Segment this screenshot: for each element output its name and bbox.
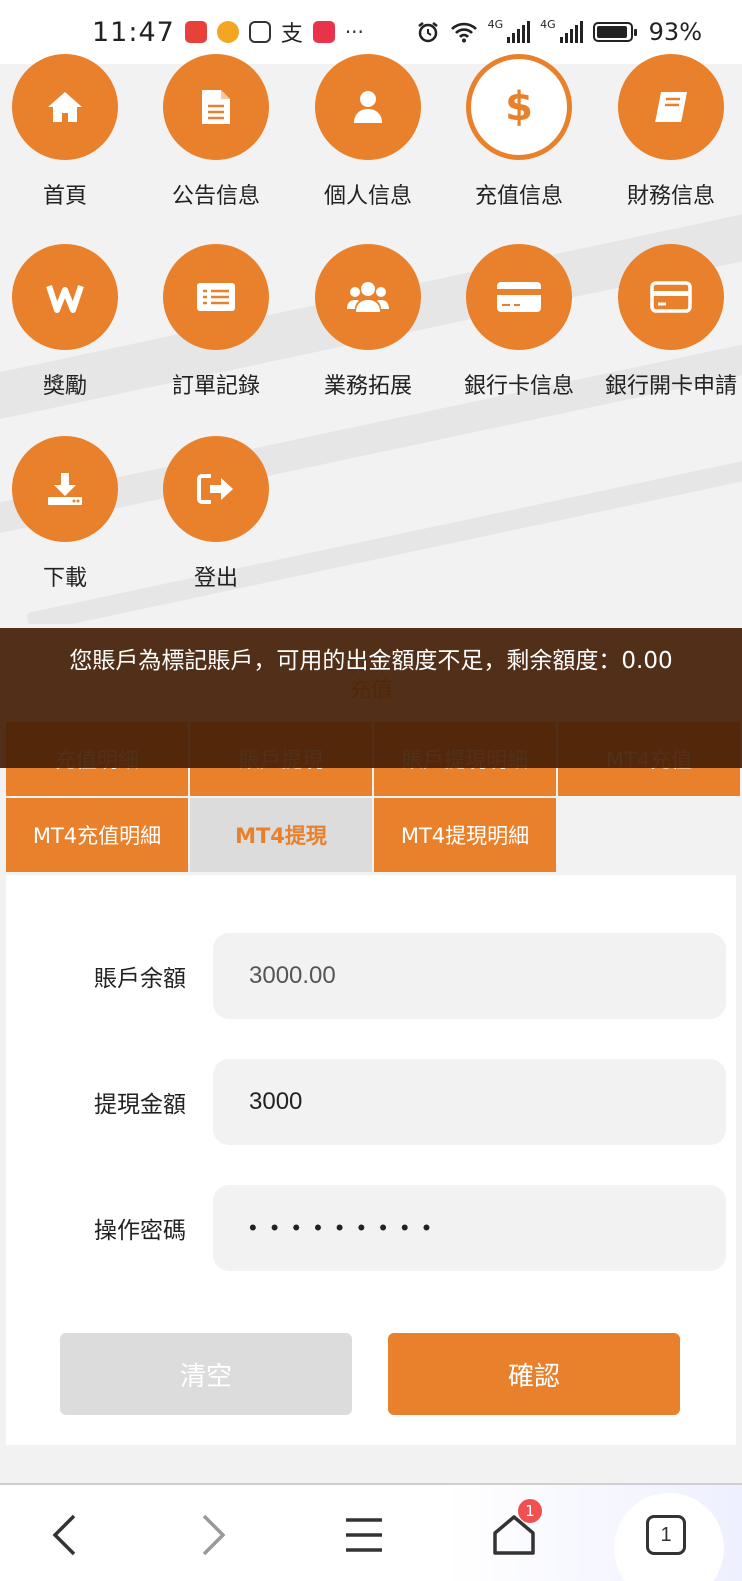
- tab-count: 1: [660, 1523, 672, 1546]
- amount-label: 提現金額: [94, 1092, 186, 1118]
- menu-item-business[interactable]: 業務拓展: [292, 244, 444, 400]
- password-row: 操作密碼: [6, 1185, 736, 1271]
- hamburger-menu-icon: [346, 1518, 382, 1552]
- reward-icon: [12, 244, 118, 350]
- notification-app-icon: [248, 21, 271, 43]
- withdraw-amount-input[interactable]: [213, 1059, 726, 1145]
- download-icon: [12, 436, 118, 542]
- signal-icon: [559, 21, 583, 43]
- home-button[interactable]: 1: [484, 1499, 544, 1563]
- menu-label: 財務信息: [626, 184, 715, 209]
- notification-app-icon: [184, 21, 207, 43]
- menu-label: 充值信息: [474, 184, 563, 209]
- back-button[interactable]: [34, 1507, 94, 1563]
- menu-button[interactable]: [334, 1507, 394, 1563]
- amount-row: 提現金額: [6, 1059, 736, 1145]
- list-icon: [163, 244, 269, 350]
- menu-item-orders[interactable]: 訂單記錄: [140, 244, 292, 400]
- menu-item-bank-card[interactable]: 銀行卡信息: [443, 244, 595, 400]
- menu-label: 銀行開卡申請: [604, 374, 737, 399]
- tab-mt4-recharge-details[interactable]: MT4充值明細: [6, 798, 188, 872]
- user-icon: [315, 54, 421, 160]
- menu-label: 銀行卡信息: [463, 374, 574, 399]
- battery-percent: 93%: [648, 18, 702, 46]
- confirm-button[interactable]: 確認: [388, 1333, 680, 1415]
- book-icon: [618, 54, 724, 160]
- card-icon: [466, 244, 572, 350]
- balance-field[interactable]: [213, 933, 726, 1019]
- group-icon: [315, 244, 421, 350]
- more-notifications-icon: ···: [344, 20, 364, 44]
- tab-mt4-withdraw-details[interactable]: MT4提現明細: [374, 798, 556, 872]
- notification-app-icon: [216, 21, 239, 43]
- notification-app-icon: [312, 21, 335, 43]
- menu-item-bank-card-apply[interactable]: 銀行開卡申請: [595, 244, 742, 400]
- chevron-right-icon: [202, 1514, 226, 1556]
- tabs-button[interactable]: 1: [636, 1507, 696, 1563]
- balance-row: 賬戶余額: [6, 933, 736, 1019]
- operation-password-input[interactable]: [213, 1185, 726, 1271]
- clear-button[interactable]: 清空: [60, 1333, 352, 1415]
- menu-item-finance[interactable]: 財務信息: [595, 54, 742, 210]
- notification-app-icon: 支: [280, 22, 303, 47]
- network-type: 4G: [540, 18, 556, 31]
- alarm-icon: [417, 22, 438, 43]
- toast-message: 您賬戶為標記賬戶，可用的出金額度不足，剩余額度：0.00: [0, 628, 742, 768]
- status-time: 11:47: [92, 16, 175, 48]
- menu-label: 下載: [42, 566, 87, 591]
- menu-label: 公告信息: [171, 184, 260, 209]
- logout-icon: [163, 436, 269, 542]
- document-icon: [163, 54, 269, 160]
- browser-toolbar: 1 1: [0, 1483, 742, 1581]
- menu-label: 訂單記錄: [171, 374, 260, 399]
- toast-text: 您賬戶為標記賬戶，可用的出金額度不足，剩余額度：0.00: [69, 648, 673, 674]
- menu-item-announcements[interactable]: 公告信息: [140, 54, 292, 210]
- menu-item-logout[interactable]: 登出: [140, 436, 292, 592]
- menu-label: 業務拓展: [323, 374, 412, 399]
- chevron-left-icon: [52, 1514, 76, 1556]
- menu-item-recharge[interactable]: $ 充值信息: [443, 54, 595, 210]
- home-icon: [12, 54, 118, 160]
- menu-item-profile[interactable]: 個人信息: [292, 54, 444, 210]
- menu-label: 登出: [193, 566, 238, 591]
- menu-label: 個人信息: [323, 184, 412, 209]
- dollar-icon: $: [466, 54, 572, 160]
- battery-icon: [592, 22, 637, 42]
- network-type: 4G: [487, 18, 504, 31]
- card-apply-icon: [618, 244, 724, 350]
- home-notification-badge: 1: [518, 1499, 542, 1523]
- menu-item-rewards[interactable]: 獎勵: [0, 244, 141, 400]
- signal-icon: [507, 21, 531, 43]
- menu-item-download[interactable]: 下載: [0, 436, 141, 592]
- menu-label: 首頁: [42, 184, 87, 209]
- menu-item-home[interactable]: 首頁: [0, 54, 141, 210]
- withdraw-form: 賬戶余額 提現金額 操作密碼 清空 確認: [6, 875, 736, 1445]
- tab-count-icon: 1: [646, 1515, 686, 1555]
- forward-button[interactable]: [184, 1507, 244, 1563]
- wifi-icon: [450, 22, 477, 43]
- tab-mt4-withdraw[interactable]: MT4提現: [190, 798, 372, 872]
- menu-label: 獎勵: [42, 374, 87, 399]
- balance-label: 賬戶余額: [94, 966, 186, 992]
- password-label: 操作密碼: [94, 1218, 186, 1244]
